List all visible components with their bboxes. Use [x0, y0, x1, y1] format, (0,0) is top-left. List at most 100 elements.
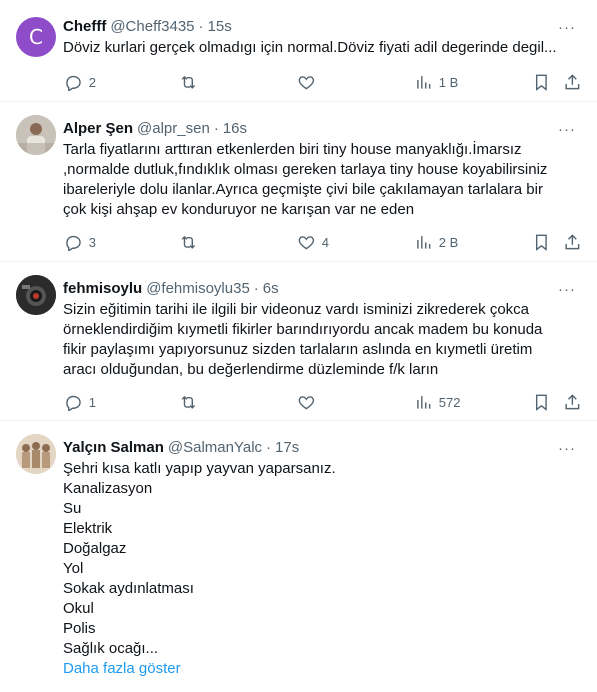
avatar-letter: C: [29, 25, 43, 49]
timestamp[interactable]: 15s: [208, 18, 232, 35]
display-name[interactable]: Alper Şen: [63, 120, 133, 137]
tweet-line: çok kişi ahşap ev konduruyor ne karışan …: [63, 201, 415, 218]
reply-icon: [66, 395, 81, 412]
tweet-header: Yalçın Salman @SalmanYalc · 17s: [63, 437, 581, 457]
repost-icon: [181, 395, 196, 409]
display-name[interactable]: fehmisoylu: [63, 280, 142, 297]
avatar[interactable]: C: [16, 17, 56, 57]
avatar[interactable]: [16, 275, 56, 315]
bookmark-button[interactable]: [532, 392, 551, 412]
avatar-photo: [16, 115, 56, 155]
reply-count: 1: [88, 394, 96, 410]
analytics-icon: [417, 75, 431, 89]
like-button[interactable]: [297, 392, 316, 412]
tweet-line: fikir paylaşımı yapıyorsunuz sizden tarl…: [63, 341, 533, 358]
tweet[interactable]: ··· Alper Şen @alpr_sen · 16s Tarla fiya…: [0, 102, 597, 262]
like-button[interactable]: 4: [297, 232, 329, 252]
tweet[interactable]: C ··· Chefff @Cheff3435 · 15s Döviz kurl…: [0, 0, 597, 102]
views-button[interactable]: 2 B: [414, 232, 458, 252]
share-icon: [565, 393, 580, 409]
tweet[interactable]: ··· Yalçın Salman @SalmanYalc · 17s Şehr…: [0, 421, 597, 692]
show-more-link[interactable]: Daha fazla göster: [63, 659, 581, 679]
timestamp[interactable]: 6s: [263, 280, 279, 297]
separator-dot: ·: [213, 119, 219, 137]
tweet-line: ,normalde dutluk,fındıklık olması gereke…: [63, 161, 548, 178]
heart-icon: [298, 395, 315, 410]
separator-dot: ·: [253, 279, 259, 297]
reply-icon: [66, 235, 81, 252]
tweet-line: Su: [63, 500, 82, 517]
tweet-header: Alper Şen @alpr_sen · 16s: [63, 118, 581, 138]
heart-icon: [298, 75, 315, 90]
more-options-icon[interactable]: ···: [557, 17, 577, 37]
tweet-text: Sizin eğitimin tarihi ile ilgili bir vid…: [63, 300, 581, 380]
reply-button[interactable]: 2: [64, 72, 96, 92]
display-name[interactable]: Yalçın Salman: [63, 439, 164, 456]
bookmark-button[interactable]: [532, 232, 551, 252]
tweet-line: Döviz kurlari gerçek olmadıgı için norma…: [63, 39, 557, 56]
reply-button[interactable]: 1: [64, 392, 96, 412]
repost-icon: [181, 235, 196, 249]
avatar-photo: [16, 434, 56, 474]
tweet-line: Sağlık ocağı...: [63, 640, 159, 657]
views-button[interactable]: 572: [414, 392, 460, 412]
more-options-icon[interactable]: ···: [557, 438, 577, 458]
repost-button[interactable]: [179, 392, 198, 412]
tweet-line: Şehri kısa katlı yapıp yayvan yaparsanız…: [63, 460, 336, 477]
tweet-line: ibareleriyle dolu ilanlar.Ayrıca geçmişt…: [63, 181, 543, 198]
avatar-photo: [16, 275, 56, 315]
share-button[interactable]: [563, 232, 582, 252]
view-count: 1 B: [438, 74, 459, 90]
share-icon: [565, 233, 580, 249]
repost-button[interactable]: [179, 232, 198, 252]
views-button[interactable]: 1 B: [414, 72, 458, 92]
more-options-icon[interactable]: ···: [557, 279, 577, 299]
reply-button[interactable]: 3: [64, 232, 96, 252]
avatar[interactable]: [16, 115, 56, 155]
share-icon: [565, 73, 580, 89]
bookmark-icon: [535, 74, 547, 91]
user-handle[interactable]: @alpr_sen: [137, 120, 210, 137]
view-count: 2 B: [438, 234, 459, 250]
tweet-header: fehmisoylu @fehmisoylu35 · 6s: [63, 278, 581, 298]
share-button[interactable]: [563, 72, 582, 92]
repost-button[interactable]: [179, 72, 198, 92]
separator-dot: ·: [266, 438, 272, 456]
bookmark-icon: [535, 394, 547, 411]
like-button[interactable]: [297, 72, 316, 92]
user-handle[interactable]: @Cheff3435: [110, 18, 194, 35]
tweet-header: Chefff @Cheff3435 · 15s: [63, 16, 581, 36]
reply-count: 2: [88, 74, 96, 90]
tweet-line: Yol: [63, 560, 84, 577]
separator-dot: ·: [198, 17, 204, 35]
heart-icon: [298, 235, 315, 250]
like-count: 4: [321, 234, 329, 250]
tweet-line: Sokak aydınlatması: [63, 580, 194, 597]
timestamp[interactable]: 16s: [223, 120, 247, 137]
tweet[interactable]: ··· fehmisoylu @fehmisoylu35 · 6s Sizin …: [0, 262, 597, 421]
analytics-icon: [417, 395, 431, 409]
avatar[interactable]: [16, 434, 56, 474]
user-handle[interactable]: @SalmanYalc: [168, 439, 262, 456]
share-button[interactable]: [563, 392, 582, 412]
more-options-icon[interactable]: ···: [557, 119, 577, 139]
repost-icon: [181, 75, 196, 89]
tweet-line: Sizin eğitimin tarihi ile ilgili bir vid…: [63, 301, 530, 318]
tweet-text: Şehri kısa katlı yapıp yayvan yaparsanız…: [63, 459, 581, 679]
tweet-text: Tarla fiyatlarını arttıran etkenlerden b…: [63, 140, 581, 220]
user-handle[interactable]: @fehmisoylu35: [146, 280, 250, 297]
tweet-line: Doğalgaz: [63, 540, 127, 557]
tweet-line: Tarla fiyatlarını arttıran etkenlerden b…: [63, 141, 522, 158]
tweet-text: Döviz kurlari gerçek olmadıgı için norma…: [63, 38, 581, 58]
tweet-line: aracı olduğundan, bu değerlendirme düzle…: [63, 361, 439, 378]
timestamp[interactable]: 17s: [275, 439, 299, 456]
bookmark-button[interactable]: [532, 72, 551, 92]
tweet-line: örneklendirdiğim kıymetli fikirler barın…: [63, 321, 543, 338]
tweet-line: Elektrik: [63, 520, 113, 537]
display-name[interactable]: Chefff: [63, 18, 106, 35]
tweet-line: Okul: [63, 600, 94, 617]
timeline-feed: C ··· Chefff @Cheff3435 · 15s Döviz kurl…: [0, 0, 597, 692]
bookmark-icon: [535, 234, 547, 251]
reply-icon: [66, 75, 81, 92]
tweet-line: Kanalizasyon: [63, 480, 153, 497]
